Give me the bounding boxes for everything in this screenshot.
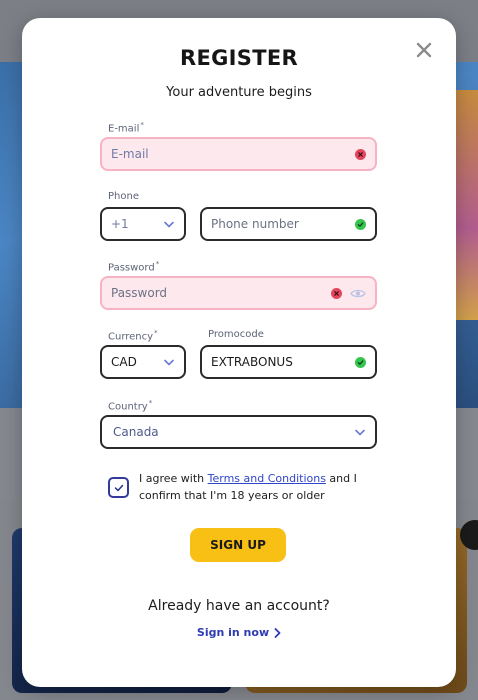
password-field[interactable]: Password [100, 276, 377, 310]
phone-label: Phone [108, 191, 139, 202]
email-label-text: E-mail [108, 123, 140, 135]
promocode-label: Promocode [208, 329, 264, 340]
country-label-text: Country [108, 401, 148, 413]
sign-up-button[interactable]: SIGN UP [190, 528, 286, 562]
password-placeholder: Password [111, 286, 168, 300]
promocode-field[interactable]: EXTRABONUS [200, 345, 377, 379]
register-modal: REGISTER Your adventure begins E-mail* E… [22, 18, 456, 687]
country-label: Country* [108, 399, 152, 412]
password-label: Password* [108, 260, 159, 273]
email-label: E-mail* [108, 121, 144, 134]
checkmark-icon [114, 484, 123, 491]
phone-code-chevron [163, 218, 175, 230]
modal-title: REGISTER [180, 46, 298, 70]
phone-number-placeholder: Phone number [211, 217, 299, 231]
phone-number-field[interactable]: Phone number [200, 207, 377, 241]
chevron-right-icon [274, 627, 281, 638]
required-mark: * [155, 260, 160, 268]
email-field[interactable]: E-mail [100, 137, 377, 171]
sign-in-link[interactable]: Sign in now [22, 626, 456, 639]
country-value: Canada [113, 425, 159, 439]
phone-code-select[interactable]: +1 [100, 207, 186, 241]
promocode-valid-icon [355, 356, 366, 368]
currency-label: Currency* [108, 329, 158, 342]
country-chevron [354, 426, 366, 438]
required-mark: * [148, 399, 153, 407]
phone-code-value: +1 [111, 217, 129, 231]
chevron-down-icon [355, 429, 365, 436]
check-circle-icon [357, 359, 364, 365]
chevron-down-icon [164, 221, 174, 228]
modal-subtitle: Your adventure begins [166, 85, 312, 100]
currency-select[interactable]: CAD [100, 345, 186, 379]
password-error-icon [331, 287, 342, 299]
terms-text-before: I agree with [139, 472, 208, 485]
currency-chevron [163, 356, 175, 368]
terms-agreement-text: I agree with Terms and Conditions and I … [139, 470, 379, 504]
phone-valid-icon [355, 218, 366, 230]
check-circle-icon [357, 221, 364, 227]
eye-icon [350, 289, 366, 297]
password-visibility-toggle[interactable] [350, 287, 366, 299]
sign-in-label: Sign in now [196, 626, 270, 639]
promocode-value: EXTRABONUS [211, 355, 293, 369]
terms-checkbox[interactable] [108, 477, 129, 498]
chevron-down-icon [164, 359, 174, 366]
x-circle-icon [334, 290, 339, 296]
currency-label-text: Currency [108, 331, 154, 343]
terms-and-conditions-link[interactable]: Terms and Conditions [208, 472, 326, 485]
required-mark: * [154, 329, 158, 337]
email-error-icon [355, 148, 366, 160]
currency-value: CAD [111, 355, 137, 369]
required-mark: * [140, 121, 144, 129]
password-label-text: Password [108, 262, 155, 274]
country-select[interactable]: Canada [100, 415, 377, 449]
already-have-account-text: Already have an account? [148, 598, 330, 614]
email-placeholder: E-mail [111, 147, 149, 161]
x-circle-icon [358, 151, 363, 157]
